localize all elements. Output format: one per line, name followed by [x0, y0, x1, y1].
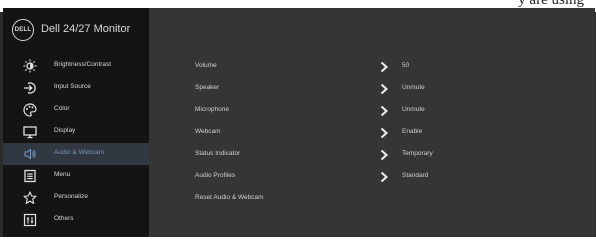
- setting-value: Enable: [402, 128, 423, 135]
- setting-row-status-indicator[interactable]: Status Indicator Temporary: [149, 143, 595, 165]
- setting-row-reset-audio-webcam[interactable]: Reset Audio & Webcam: [149, 187, 595, 209]
- sidebar-item-display[interactable]: Display: [3, 121, 149, 143]
- screenshot-frame: y are using DELL Dell 24/27 Monitor Brig…: [0, 0, 596, 240]
- setting-value: 50: [402, 62, 410, 69]
- sidebar-item-brightness-contrast[interactable]: Brightness/Contrast: [3, 55, 149, 77]
- setting-label: Microphone: [195, 106, 229, 113]
- sidebar-item-label: Menu: [54, 171, 71, 178]
- sidebar-item-audio-webcam[interactable]: Audio & Webcam: [3, 143, 149, 165]
- palette-icon: [23, 103, 37, 117]
- sidebar-item-menu[interactable]: Menu: [3, 165, 149, 187]
- sidebar-item-label: Brightness/Contrast: [54, 61, 112, 68]
- sidebar-item-label: Input Source: [54, 83, 91, 90]
- setting-label: Webcam: [195, 128, 221, 135]
- sidebar-item-label: Personalize: [54, 193, 88, 200]
- setting-row-microphone[interactable]: Microphone Unmute: [149, 99, 595, 121]
- chevron-right-icon: [379, 126, 389, 139]
- display-icon: [23, 125, 37, 139]
- dell-logo: DELL: [12, 19, 34, 41]
- setting-label: Status Indicator: [195, 150, 241, 157]
- audio-webcam-panel: Volume 50 Speaker Unmute Microphone Unmu…: [149, 8, 595, 237]
- chevron-right-icon: [379, 104, 389, 117]
- sidebar-item-label: Others: [54, 215, 74, 222]
- setting-label: Audio Profiles: [195, 172, 236, 179]
- sidebar-item-label: Display: [54, 127, 76, 134]
- chevron-right-icon: [379, 60, 389, 73]
- setting-label: Reset Audio & Webcam: [195, 194, 264, 201]
- sidebar-item-personalize[interactable]: Personalize: [3, 187, 149, 209]
- menu-icon: [23, 169, 37, 183]
- setting-value: Unmute: [402, 106, 425, 113]
- sidebar-item-others[interactable]: Others: [3, 209, 149, 231]
- osd-sidebar: DELL Dell 24/27 Monitor Brightness/Contr…: [3, 8, 149, 237]
- setting-label: Volume: [195, 62, 217, 69]
- setting-row-volume[interactable]: Volume 50: [149, 55, 595, 77]
- monitor-osd: DELL Dell 24/27 Monitor Brightness/Contr…: [3, 8, 595, 237]
- star-icon: [23, 191, 37, 205]
- setting-row-speaker[interactable]: Speaker Unmute: [149, 77, 595, 99]
- sun-icon: [23, 59, 37, 73]
- chevron-right-icon: [379, 170, 389, 183]
- setting-value: Standard: [402, 172, 429, 179]
- sidebar-item-color[interactable]: Color: [3, 99, 149, 121]
- chevron-right-icon: [379, 82, 389, 95]
- speaker-icon: [23, 147, 37, 161]
- others-icon: [23, 213, 37, 227]
- chevron-right-icon: [379, 148, 389, 161]
- sidebar-item-input-source[interactable]: Input Source: [3, 77, 149, 99]
- setting-row-webcam[interactable]: Webcam Enable: [149, 121, 595, 143]
- input-source-icon: [23, 81, 37, 95]
- setting-label: Speaker: [195, 84, 220, 91]
- setting-value: Unmute: [402, 84, 425, 91]
- setting-value: Temporary: [402, 150, 433, 157]
- setting-row-audio-profiles[interactable]: Audio Profiles Standard: [149, 165, 595, 187]
- sidebar-item-label: Color: [54, 105, 70, 112]
- sidebar-item-label: Audio & Webcam: [54, 149, 105, 156]
- osd-header: DELL Dell 24/27 Monitor: [3, 8, 149, 52]
- model-title: Dell 24/27 Monitor: [41, 23, 131, 35]
